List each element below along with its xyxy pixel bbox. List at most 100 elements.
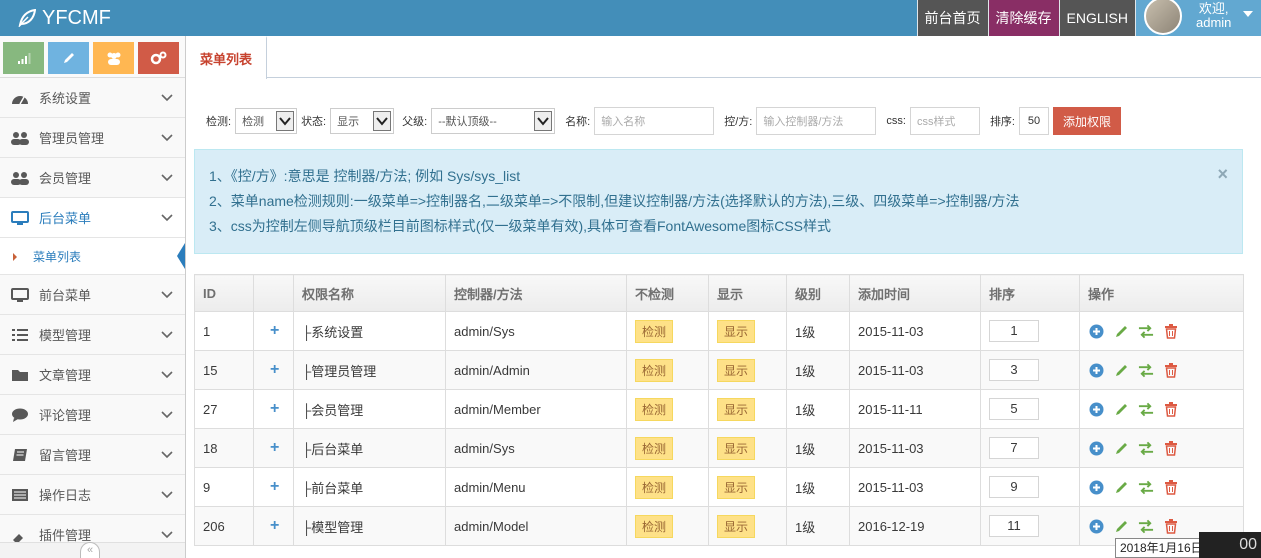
check-badge[interactable]: 检测 (635, 475, 674, 499)
trash-icon[interactable] (1163, 362, 1179, 378)
collapse-sidebar-button[interactable]: « (80, 542, 100, 558)
row-actions (1088, 323, 1243, 339)
trash-icon[interactable] (1163, 323, 1179, 339)
edit-pencil-icon[interactable] (1113, 362, 1129, 378)
check-badge[interactable]: 检测 (635, 397, 674, 421)
trash-icon[interactable] (1163, 479, 1179, 495)
sidebar-item-messages[interactable]: 留言管理 (0, 435, 185, 475)
shortcut-stats-button[interactable] (3, 42, 44, 74)
users-icon (10, 130, 30, 146)
order-input[interactable]: 3 (989, 359, 1039, 381)
name-input[interactable]: 输入名称 (594, 107, 715, 135)
add-circle-icon[interactable] (1088, 401, 1104, 417)
show-badge[interactable]: 显示 (717, 319, 756, 343)
sidebar-subitem-menu-list[interactable]: 菜单列表 (0, 238, 185, 275)
shortcut-edit-button[interactable] (48, 42, 89, 74)
status-select[interactable]: 显示 (330, 108, 395, 134)
ctrl-input[interactable]: 输入控制器/方法 (756, 107, 877, 135)
sidebar-subitem-label: 菜单列表 (33, 249, 82, 264)
home-button[interactable]: 前台首页 (916, 0, 988, 36)
shortcut-users-button[interactable] (93, 42, 134, 74)
table-row: 15 + ├管理员管理 admin/Admin 检测 显示 1级 2015-11-03 3 (194, 350, 1244, 390)
css-input[interactable]: css样式 (909, 107, 980, 135)
col-actions: 操作 (1079, 274, 1244, 312)
add-circle-icon[interactable] (1088, 518, 1104, 534)
transfer-icon[interactable] (1138, 440, 1154, 456)
show-badge[interactable]: 显示 (717, 358, 756, 382)
show-badge[interactable]: 显示 (717, 475, 756, 499)
show-badge[interactable]: 显示 (717, 514, 756, 538)
order-input[interactable]: 5 (989, 398, 1039, 420)
close-icon[interactable]: × (1217, 162, 1228, 187)
check-badge[interactable]: 检测 (635, 358, 674, 382)
add-circle-icon[interactable] (1088, 362, 1104, 378)
add-circle-icon[interactable] (1088, 479, 1104, 495)
sidebar-item-label: 会员管理 (39, 171, 92, 186)
user-menu[interactable]: 欢迎, admin (1135, 0, 1261, 36)
plus-icon[interactable]: + (262, 439, 279, 456)
cell-level: 1级 (786, 428, 850, 468)
check-select[interactable]: 检测 (235, 108, 298, 134)
alert-line: 3、css为控制左侧导航顶级栏目前图标样式(仅一级菜单有效),具体可查看Font… (209, 218, 832, 234)
transfer-icon[interactable] (1138, 401, 1154, 417)
status-label: 状态: (301, 116, 327, 128)
chevron-down-icon (161, 371, 173, 379)
cell-controller: admin/Sys (445, 428, 627, 468)
sidebar-item-comments[interactable]: 评论管理 (0, 395, 185, 435)
clear-cache-button[interactable]: 清除缓存 (987, 0, 1059, 36)
plus-icon[interactable]: + (262, 400, 279, 417)
sidebar-item-admins[interactable]: 管理员管理 (0, 118, 185, 158)
brand-logo[interactable]: YFCMF (18, 3, 111, 33)
cell-id: 18 (194, 428, 254, 468)
plus-icon[interactable]: + (262, 322, 279, 339)
sidebar-item-members[interactable]: 会员管理 (0, 158, 185, 198)
transfer-icon[interactable] (1138, 362, 1154, 378)
show-badge[interactable]: 显示 (717, 436, 756, 460)
order-input[interactable]: 9 (989, 476, 1039, 498)
add-circle-icon[interactable] (1088, 440, 1104, 456)
trash-icon[interactable] (1163, 518, 1179, 534)
cell-id: 1 (194, 311, 254, 351)
edit-pencil-icon[interactable] (1113, 518, 1129, 534)
main-content: 菜单列表 检测: 检测 状态: 显示 父级: --默认顶级-- 名称: 输入名称… (186, 36, 1261, 558)
edit-pencil-icon[interactable] (1113, 323, 1129, 339)
transfer-icon[interactable] (1138, 518, 1154, 534)
sidebar-item-models[interactable]: 模型管理 (0, 315, 185, 355)
sidebar-item-front-menu[interactable]: 前台菜单 (0, 275, 185, 315)
add-circle-icon[interactable] (1088, 323, 1104, 339)
edit-pencil-icon[interactable] (1113, 401, 1129, 417)
trash-icon[interactable] (1163, 440, 1179, 456)
alert-line: 2、菜单name检测规则:一级菜单=>控制器名,二级菜单=>不限制,但建议控制器… (209, 193, 1020, 209)
edit-pencil-icon[interactable] (1113, 440, 1129, 456)
caret-down-icon (1243, 11, 1253, 17)
edit-pencil-icon[interactable] (1113, 479, 1129, 495)
sidebar-item-admin-menu[interactable]: 后台菜单 (0, 198, 185, 238)
order-input[interactable]: 50 (1019, 107, 1049, 135)
check-badge[interactable]: 检测 (635, 319, 674, 343)
transfer-icon[interactable] (1138, 479, 1154, 495)
show-badge[interactable]: 显示 (717, 397, 756, 421)
parent-select[interactable]: --默认顶级-- (431, 108, 556, 134)
top-navbar: YFCMF 前台首页 清除缓存 ENGLISH 欢迎, admin (0, 0, 1261, 36)
order-input[interactable]: 7 (989, 437, 1039, 459)
trash-icon[interactable] (1163, 401, 1179, 417)
shortcut-settings-button[interactable] (138, 42, 179, 74)
order-input[interactable]: 11 (989, 515, 1039, 537)
check-badge[interactable]: 检测 (635, 514, 674, 538)
sidebar-item-system[interactable]: 系统设置 (0, 78, 185, 118)
order-input[interactable]: 1 (989, 320, 1039, 342)
add-permission-button[interactable]: 添加权限 (1053, 107, 1122, 135)
check-badge[interactable]: 检测 (635, 436, 674, 460)
language-button[interactable]: ENGLISH (1058, 0, 1135, 36)
expand-cell: + (253, 506, 294, 546)
cell-id: 27 (194, 389, 254, 429)
show-cell: 显示 (708, 428, 787, 468)
tab-menu-list[interactable]: 菜单列表 (186, 36, 268, 79)
sidebar-item-articles[interactable]: 文章管理 (0, 355, 185, 395)
plus-icon[interactable]: + (262, 517, 279, 534)
row-actions (1088, 440, 1243, 456)
sidebar-item-logs[interactable]: 操作日志 (0, 475, 185, 515)
plus-icon[interactable]: + (262, 478, 279, 495)
plus-icon[interactable]: + (262, 361, 279, 378)
transfer-icon[interactable] (1138, 323, 1154, 339)
